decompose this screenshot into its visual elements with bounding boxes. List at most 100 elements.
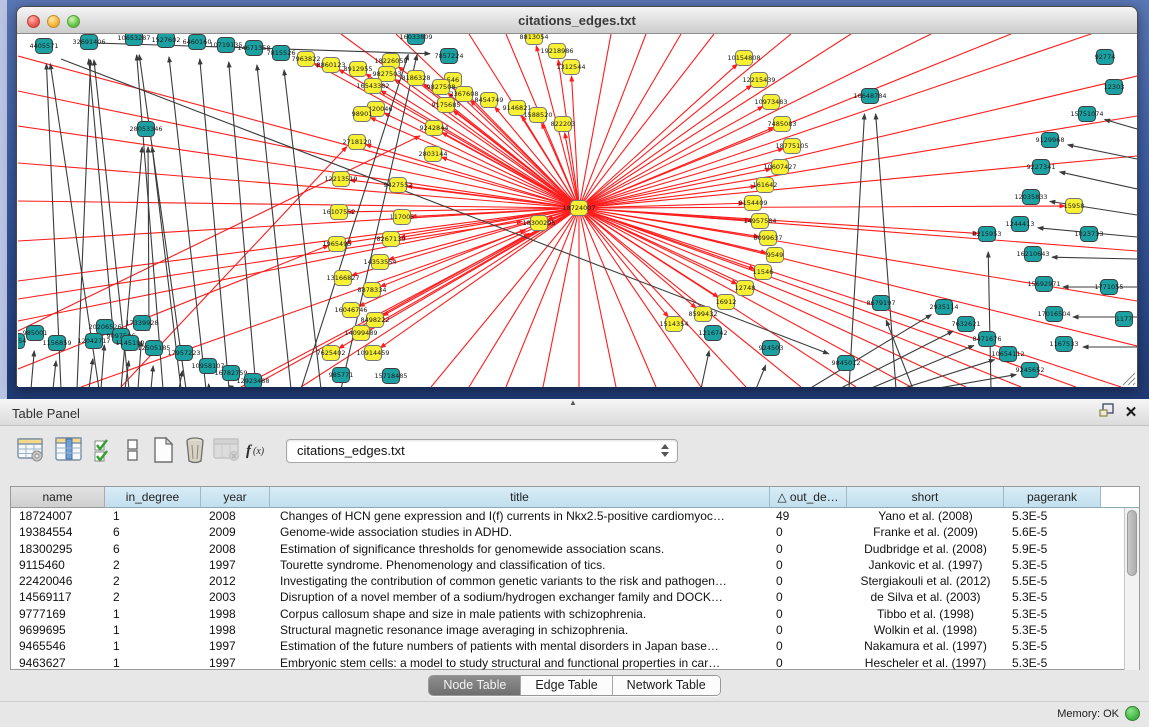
graph-node-label: 16782759 bbox=[214, 369, 247, 377]
tab-network-table[interactable]: Network Table bbox=[613, 676, 720, 695]
graph-edge[interactable] bbox=[31, 351, 34, 387]
table-row[interactable]: 911546021997Tourette syndrome. Phenomeno… bbox=[11, 557, 1139, 573]
table-vertical-scrollbar[interactable] bbox=[1124, 508, 1139, 670]
graph-edge[interactable] bbox=[1068, 145, 1137, 159]
table-row[interactable]: 1456911722003Disruption of a novel membe… bbox=[11, 589, 1139, 605]
window-resize-grip[interactable] bbox=[1123, 373, 1135, 385]
graph-edge[interactable] bbox=[200, 59, 229, 387]
table-row[interactable]: 2242004622012Investigating the contribut… bbox=[11, 573, 1139, 589]
graph-edge[interactable] bbox=[849, 114, 864, 387]
graph-edge[interactable] bbox=[701, 351, 709, 387]
show-columns-button[interactable] bbox=[54, 435, 84, 465]
split-pane-grip[interactable]: ▲ bbox=[569, 398, 577, 407]
graph-edge[interactable] bbox=[933, 375, 1016, 387]
panel-close-button[interactable]: ✕ bbox=[1121, 403, 1141, 421]
table-row[interactable]: 1872400712008Changes of HCN gene express… bbox=[11, 508, 1139, 524]
graph-node-label: 1771055 bbox=[1095, 283, 1124, 291]
table-body: 1872400712008Changes of HCN gene express… bbox=[11, 508, 1139, 671]
graph-node-label: 9242844 bbox=[420, 124, 449, 132]
function-builder-button[interactable]: f (x) bbox=[244, 435, 274, 465]
graph-edge[interactable] bbox=[1052, 257, 1137, 259]
graph-edge[interactable] bbox=[53, 361, 56, 387]
graph-node-label: 4405571 bbox=[30, 42, 59, 50]
tab-node-table[interactable]: Node Table bbox=[429, 676, 521, 695]
graph-node-label: 19218986 bbox=[540, 47, 573, 55]
graph-edge[interactable] bbox=[469, 208, 579, 387]
graph-edge[interactable] bbox=[148, 147, 149, 331]
graph-edge[interactable] bbox=[988, 252, 991, 387]
cell-in_degree: 1 bbox=[105, 655, 201, 671]
delete-column-button[interactable] bbox=[180, 435, 210, 465]
graph-node-label: 8860123 bbox=[317, 61, 346, 69]
graph-edge[interactable] bbox=[579, 34, 714, 208]
cell-year: 2008 bbox=[201, 508, 270, 524]
table-row[interactable]: 1830029562008Estimation of significance … bbox=[11, 541, 1139, 557]
table-row[interactable]: 946554611997Estimation of the future num… bbox=[11, 638, 1139, 654]
column-header-pagerank[interactable]: pagerank bbox=[1004, 487, 1101, 508]
panel-float-button[interactable] bbox=[1097, 403, 1117, 421]
select-all-button[interactable] bbox=[90, 435, 120, 465]
graph-edge[interactable] bbox=[137, 55, 163, 387]
graph-edge[interactable] bbox=[579, 208, 737, 284]
graph-edge[interactable] bbox=[579, 64, 737, 208]
column-header-short[interactable]: short bbox=[847, 487, 1004, 508]
graph-edge[interactable] bbox=[579, 34, 681, 208]
graph-edge[interactable] bbox=[301, 208, 579, 387]
graph-edge[interactable] bbox=[442, 132, 579, 208]
graph-edge[interactable] bbox=[506, 208, 579, 387]
graph-edge[interactable] bbox=[18, 136, 420, 331]
graph-edge[interactable] bbox=[579, 34, 851, 208]
graph-edge[interactable] bbox=[579, 208, 1021, 387]
graph-node-label: 13166827 bbox=[326, 274, 359, 282]
graph-node-label: 2803144 bbox=[419, 150, 448, 158]
graph-edge[interactable] bbox=[151, 366, 153, 387]
graph-edge[interactable] bbox=[81, 230, 526, 387]
graph-edge[interactable] bbox=[380, 208, 579, 348]
cell-pagerank: 5.3E-5 bbox=[1004, 589, 1101, 605]
table-row[interactable]: 946362711997Embryonic stem cells: a mode… bbox=[11, 655, 1139, 671]
graph-edge[interactable] bbox=[431, 208, 579, 387]
cell-out_de: 0 bbox=[770, 655, 847, 671]
window-titlebar[interactable]: citations_edges.txt bbox=[17, 7, 1137, 34]
graph-edge[interactable] bbox=[579, 34, 646, 208]
graph-edge[interactable] bbox=[1105, 120, 1137, 129]
graph-edge[interactable] bbox=[241, 208, 579, 387]
network-canvas[interactable]: 4405571326914061065328715276026460160107… bbox=[18, 34, 1137, 387]
column-header-title[interactable]: title bbox=[270, 487, 770, 508]
graph-edge[interactable] bbox=[579, 34, 611, 208]
graph-edge[interactable] bbox=[579, 34, 1091, 208]
graph-edge[interactable] bbox=[543, 208, 579, 387]
table-row[interactable]: 969969511998Structural magnetic resonanc… bbox=[11, 622, 1139, 638]
table-select[interactable]: citations_edges.txt bbox=[286, 439, 678, 463]
graph-node-label: 17957223 bbox=[167, 349, 200, 357]
table-row[interactable]: 977716911998Corpus callosum shape and si… bbox=[11, 606, 1139, 622]
cell-name: 14569117 bbox=[11, 589, 105, 605]
graph-edge[interactable] bbox=[284, 70, 321, 387]
graph-edge[interactable] bbox=[579, 208, 718, 297]
cell-pagerank: 5.3E-5 bbox=[1004, 508, 1101, 524]
column-header-in_degree[interactable]: in_degree bbox=[105, 487, 201, 508]
unselect-all-button[interactable] bbox=[118, 435, 148, 465]
tab-edge-table[interactable]: Edge Table bbox=[521, 676, 612, 695]
graph-node-label: 1156859 bbox=[43, 339, 72, 347]
column-header-name[interactable]: name bbox=[11, 487, 105, 508]
graph-node-label: 17016504 bbox=[1037, 310, 1070, 318]
graph-edge[interactable] bbox=[1060, 172, 1137, 189]
column-header-year[interactable]: year bbox=[201, 487, 270, 508]
scrollbar-thumb[interactable] bbox=[1127, 510, 1137, 576]
graph-edge[interactable] bbox=[257, 65, 291, 387]
table-mode-button[interactable] bbox=[16, 435, 46, 465]
memory-status-button[interactable]: Memory: OK bbox=[1057, 708, 1119, 720]
delete-table-button[interactable] bbox=[212, 435, 242, 465]
graph-edge[interactable] bbox=[756, 365, 766, 387]
column-header-out_de[interactable]: △ out_de… bbox=[770, 487, 847, 508]
new-column-button[interactable] bbox=[148, 435, 178, 465]
graph-edge[interactable] bbox=[381, 91, 579, 208]
graph-node-label: 8215953 bbox=[973, 230, 1002, 238]
graph-edge[interactable] bbox=[18, 208, 579, 281]
graph-node-label: 985771 bbox=[329, 371, 354, 379]
application-root: citations_edges.txt 44055713269140610653… bbox=[0, 0, 1149, 727]
graph-edge[interactable] bbox=[101, 345, 104, 387]
table-row[interactable]: 1938455462009Genome-wide association stu… bbox=[11, 524, 1139, 540]
graph-edge[interactable] bbox=[229, 62, 256, 387]
